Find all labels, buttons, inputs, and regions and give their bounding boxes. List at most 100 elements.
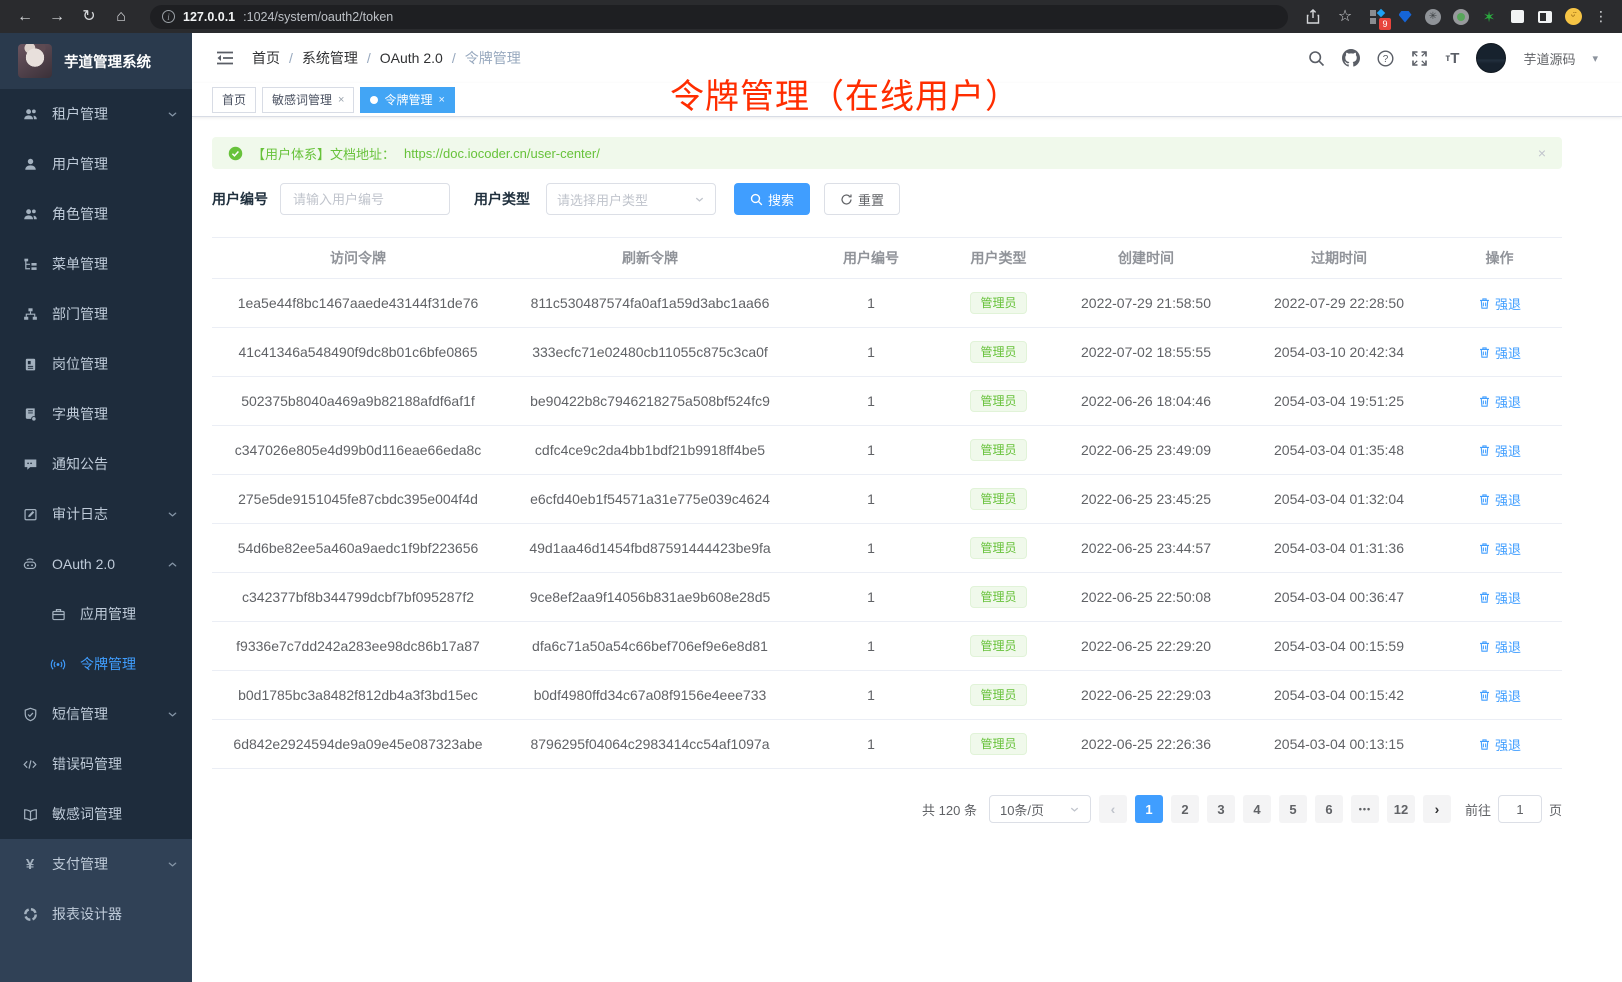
force-logout-button[interactable]: 强退 xyxy=(1478,294,1521,313)
sidebar-item-15[interactable]: ¥支付管理 xyxy=(0,839,192,889)
created-at-cell: 2022-06-25 22:50:08 xyxy=(1051,573,1241,622)
page-info-icon[interactable]: i xyxy=(162,10,175,23)
github-icon[interactable] xyxy=(1342,49,1360,67)
sidebar-item-9[interactable]: OAuth 2.0 xyxy=(0,539,192,589)
sidebar-item-14[interactable]: 敏感词管理 xyxy=(0,789,192,839)
tab-close-icon[interactable]: × xyxy=(438,94,444,106)
puzzle-extensions-icon[interactable] xyxy=(1508,8,1526,26)
tab-close-icon[interactable]: × xyxy=(338,94,344,106)
access-token-cell: f9336e7c7dd242a283ee98dc86b17a87 xyxy=(212,622,504,671)
home-icon[interactable]: ⌂ xyxy=(108,4,134,30)
page-button-6[interactable]: 6 xyxy=(1315,795,1343,823)
sidebar-item-16[interactable]: 报表设计器 xyxy=(0,889,192,939)
green-dot-extension-icon[interactable] xyxy=(1452,8,1470,26)
search-button[interactable]: 搜索 xyxy=(734,183,810,215)
sidebar-item-0[interactable]: 租户管理 xyxy=(0,89,192,139)
next-page-button[interactable]: › xyxy=(1423,795,1451,823)
green-star-extension-icon[interactable]: ✶ xyxy=(1480,8,1498,26)
user-name[interactable]: 芋道源码 xyxy=(1523,49,1575,68)
page-button-1[interactable]: 1 xyxy=(1135,795,1163,823)
sidebar-item-13[interactable]: 错误码管理 xyxy=(0,739,192,789)
force-logout-button[interactable]: 强退 xyxy=(1478,343,1521,362)
delete-icon xyxy=(1478,493,1491,506)
sidebar-item-8[interactable]: 审计日志 xyxy=(0,489,192,539)
breadcrumb-oauth[interactable]: OAuth 2.0 xyxy=(380,50,443,66)
sidebar-item-1[interactable]: 用户管理 xyxy=(0,139,192,189)
gray-extension-icon[interactable]: ✳ xyxy=(1424,8,1442,26)
force-logout-button[interactable]: 强退 xyxy=(1478,735,1521,754)
force-logout-button[interactable]: 强退 xyxy=(1478,539,1521,558)
sidebar-item-7[interactable]: 通知公告 xyxy=(0,439,192,489)
sidebar-item-11[interactable]: 令牌管理 xyxy=(0,639,192,689)
address-bar[interactable]: i 127.0.0.1:1024/system/oauth2/token xyxy=(150,5,1288,29)
user-id-cell: 1 xyxy=(796,377,946,426)
table-row: 502375b8040a469a9b82188afdf6af1f be90422… xyxy=(212,377,1562,426)
created-at-cell: 2022-07-02 18:55:55 xyxy=(1051,328,1241,377)
extension-grid-icon[interactable]: 9 xyxy=(1368,8,1386,26)
force-logout-button[interactable]: 强退 xyxy=(1478,588,1521,607)
open-book-icon xyxy=(22,807,38,822)
app-title: 芋道管理系统 xyxy=(64,51,151,72)
created-at-cell: 2022-06-25 22:26:36 xyxy=(1051,720,1241,769)
breadcrumb-home[interactable]: 首页 xyxy=(252,48,280,68)
page-size-select[interactable]: 10条/页 xyxy=(989,795,1091,823)
sidebar-item-3[interactable]: 菜单管理 xyxy=(0,239,192,289)
sidebar-item-6[interactable]: 字典管理 xyxy=(0,389,192,439)
user-id-input[interactable] xyxy=(280,183,450,215)
bookmark-star-icon[interactable]: ☆ xyxy=(1332,4,1358,30)
page-button-4[interactable]: 4 xyxy=(1243,795,1271,823)
sidebar-item-10[interactable]: 应用管理 xyxy=(0,589,192,639)
user-type-select[interactable]: 请选择用户类型 xyxy=(546,183,716,215)
back-icon[interactable]: ← xyxy=(12,4,38,30)
expires-at-cell: 2054-03-04 01:35:48 xyxy=(1241,426,1437,475)
alert-close-icon[interactable]: × xyxy=(1538,145,1546,161)
goto-page-input[interactable] xyxy=(1498,795,1542,823)
search-icon[interactable] xyxy=(1308,50,1325,67)
sidebar-item-4[interactable]: 部门管理 xyxy=(0,289,192,339)
tab-0[interactable]: 首页 xyxy=(212,87,256,113)
share-icon[interactable] xyxy=(1304,8,1322,26)
doc-link[interactable]: https://doc.iocoder.cn/user-center/ xyxy=(404,146,600,161)
col-user-type: 用户类型 xyxy=(946,238,1051,279)
sidebar-item-2[interactable]: 角色管理 xyxy=(0,189,192,239)
user-avatar[interactable] xyxy=(1476,43,1506,73)
id-badge-icon xyxy=(22,357,38,372)
page-more-button[interactable]: ••• xyxy=(1351,795,1379,823)
sidebar-item-5[interactable]: 岗位管理 xyxy=(0,339,192,389)
gem-extension-icon[interactable] xyxy=(1396,8,1414,26)
prev-page-button[interactable]: ‹ xyxy=(1099,795,1127,823)
reset-button[interactable]: 重置 xyxy=(824,183,900,215)
col-user-id: 用户编号 xyxy=(796,238,946,279)
profile-avatar-icon[interactable]: ᵕ̈ xyxy=(1564,8,1582,26)
page-button-2[interactable]: 2 xyxy=(1171,795,1199,823)
force-logout-button[interactable]: 强退 xyxy=(1478,392,1521,411)
page-button-5[interactable]: 5 xyxy=(1279,795,1307,823)
page-button-3[interactable]: 3 xyxy=(1207,795,1235,823)
delete-icon xyxy=(1478,738,1491,751)
table-row: f9336e7c7dd242a283ee98dc86b17a87 dfa6c71… xyxy=(212,622,1562,671)
force-logout-button[interactable]: 强退 xyxy=(1478,441,1521,460)
breadcrumb-system[interactable]: 系统管理 xyxy=(302,48,358,68)
refresh-token-cell: cdfc4ce9c2da4bb1bdf21b9918ff4be5 xyxy=(504,426,796,475)
forward-icon[interactable]: → xyxy=(44,4,70,30)
url-host: 127.0.0.1 xyxy=(183,10,235,24)
refresh-token-cell: 49d1aa46d1454fbd87591444423be9fa xyxy=(504,524,796,573)
sidebar-item-12[interactable]: 短信管理 xyxy=(0,689,192,739)
force-logout-button[interactable]: 强退 xyxy=(1478,490,1521,509)
caret-down-icon[interactable]: ▾ xyxy=(1592,52,1598,65)
tab-1[interactable]: 敏感词管理× xyxy=(262,87,354,113)
browser-menu-icon[interactable]: ⋮ xyxy=(1592,8,1610,25)
help-icon[interactable]: ? xyxy=(1377,50,1394,67)
sidebar-collapse-icon[interactable] xyxy=(216,50,234,66)
reload-icon[interactable]: ↻ xyxy=(76,4,102,30)
side-panel-icon[interactable] xyxy=(1536,8,1554,26)
user-id-cell: 1 xyxy=(796,426,946,475)
tab-2[interactable]: 令牌管理× xyxy=(360,87,454,113)
sidebar-logo[interactable]: 芋道管理系统 xyxy=(0,33,192,89)
font-size-icon[interactable]: тT xyxy=(1445,50,1459,67)
force-logout-button[interactable]: 强退 xyxy=(1478,686,1521,705)
force-logout-button[interactable]: 强退 xyxy=(1478,637,1521,656)
col-access-token: 访问令牌 xyxy=(212,238,504,279)
fullscreen-icon[interactable] xyxy=(1411,50,1428,67)
page-button-12[interactable]: 12 xyxy=(1387,795,1415,823)
